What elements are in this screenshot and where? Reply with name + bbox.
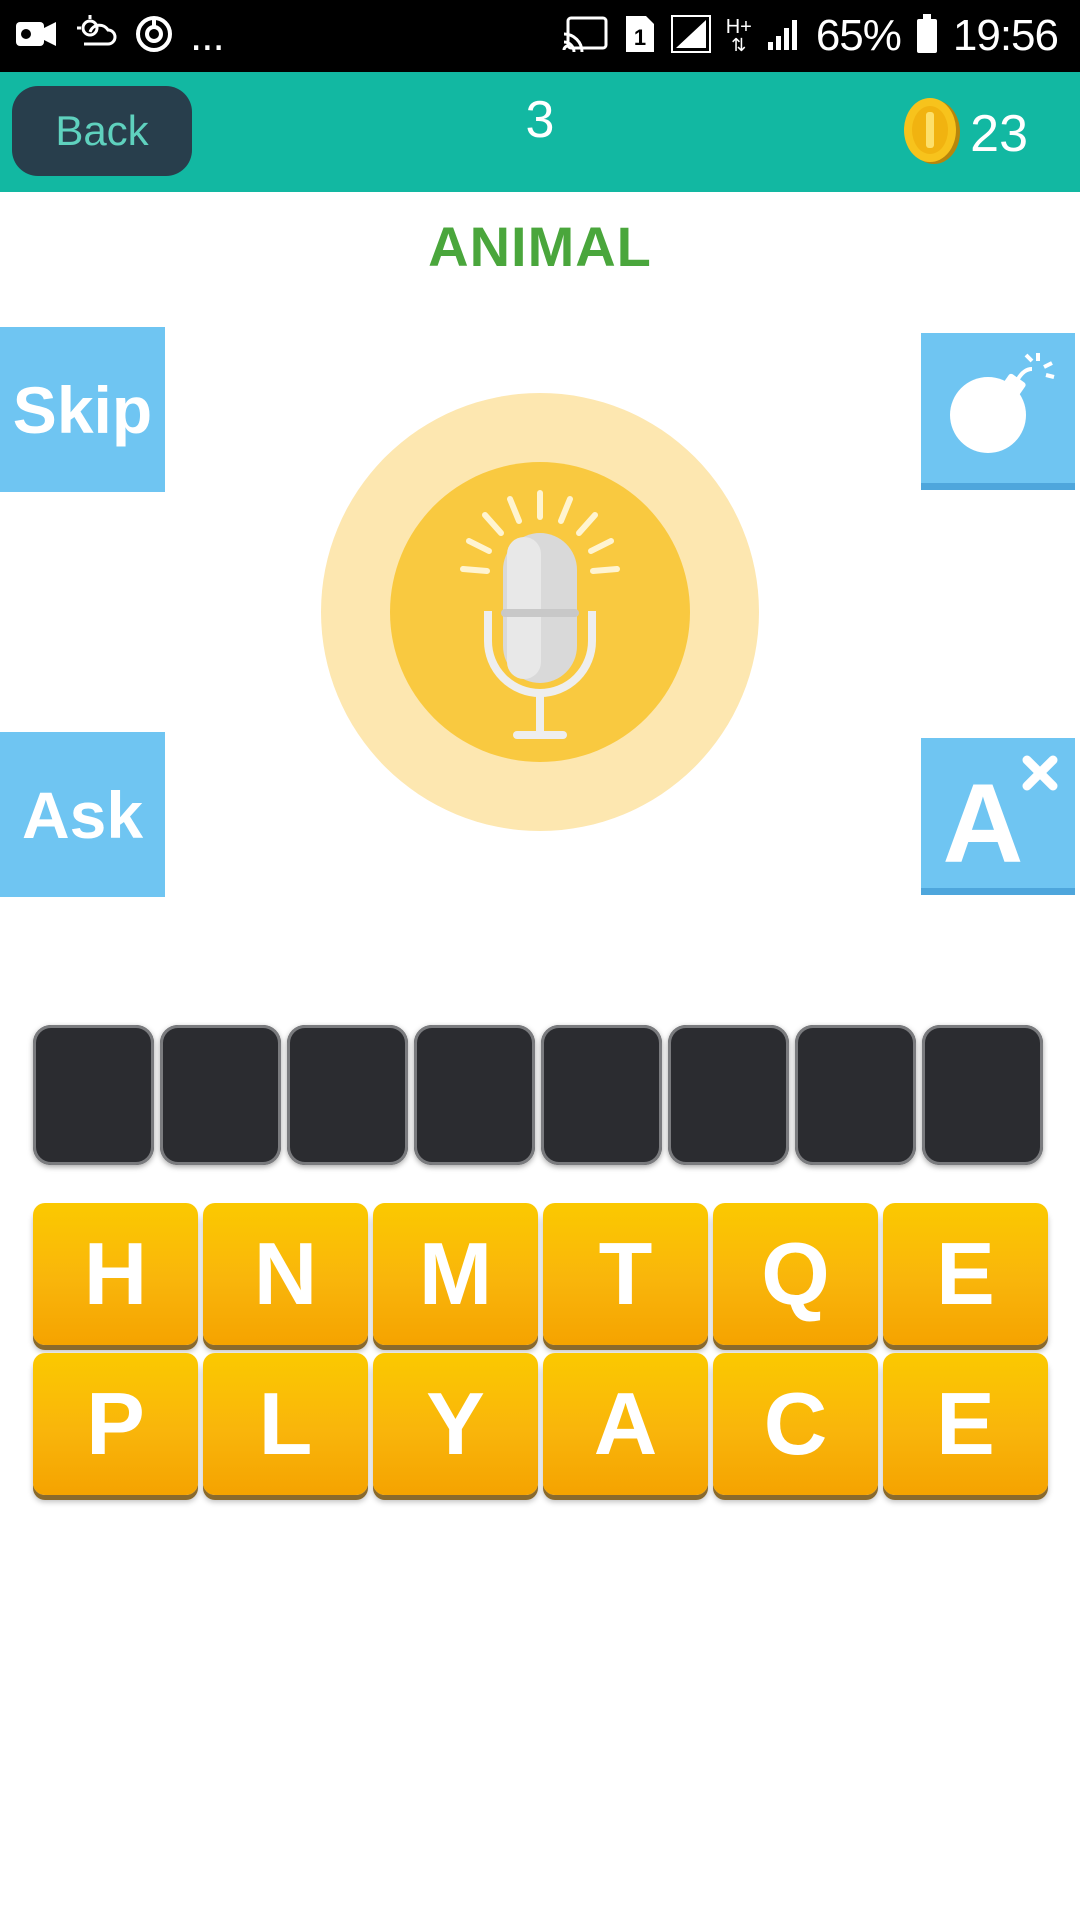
letter-tile[interactable]: N bbox=[203, 1203, 368, 1345]
answer-slot[interactable] bbox=[414, 1025, 535, 1165]
letter-tile[interactable]: P bbox=[33, 1353, 198, 1495]
cast-icon bbox=[562, 14, 610, 59]
coin-balance: 23 bbox=[902, 96, 1028, 171]
bomb-button[interactable] bbox=[921, 333, 1075, 490]
ask-button[interactable]: Ask bbox=[0, 732, 165, 897]
sim-slot-icon: 1 bbox=[624, 14, 656, 59]
answer-slot[interactable] bbox=[668, 1025, 789, 1165]
letter-tile[interactable]: C bbox=[713, 1353, 878, 1495]
game-header: Back 3 23 bbox=[0, 72, 1080, 192]
answer-slot[interactable] bbox=[287, 1025, 408, 1165]
sync-icon bbox=[134, 14, 174, 59]
letter-tiles: H N M T Q E P L Y A C E bbox=[33, 1203, 1049, 1495]
answer-slots bbox=[33, 1025, 1049, 1165]
clock: 19:56 bbox=[952, 11, 1059, 60]
sim-slot-number: 1 bbox=[634, 25, 646, 50]
more-notifications-text: ... bbox=[190, 11, 225, 60]
battery-icon bbox=[915, 13, 939, 60]
status-bar-notifications: ... bbox=[14, 11, 225, 60]
letter-tile[interactable]: A bbox=[543, 1353, 708, 1495]
letter-tile[interactable]: M bbox=[373, 1203, 538, 1345]
remove-letter-button[interactable]: A bbox=[921, 738, 1075, 895]
letter-tile[interactable]: E bbox=[883, 1353, 1048, 1495]
letter-tile[interactable]: Q bbox=[713, 1203, 878, 1345]
answer-slot[interactable] bbox=[795, 1025, 916, 1165]
cellular-signal-icon bbox=[766, 16, 802, 57]
letter-tile[interactable]: Y bbox=[373, 1353, 538, 1495]
play-sound-button[interactable] bbox=[321, 393, 759, 831]
battery-percent: 65% bbox=[815, 11, 902, 60]
bomb-icon bbox=[938, 351, 1058, 466]
answer-slot[interactable] bbox=[541, 1025, 662, 1165]
status-bar: ... 1 H+ ⇅ 65% 19:56 bbox=[0, 0, 1080, 72]
category-title: ANIMAL bbox=[428, 215, 652, 278]
coin-count: 23 bbox=[970, 104, 1028, 163]
status-bar-system: 1 H+ ⇅ 65% 19:56 bbox=[562, 10, 1059, 62]
network-type: H+ ⇅ bbox=[725, 16, 752, 55]
weather-icon bbox=[74, 14, 118, 59]
answer-slot[interactable] bbox=[922, 1025, 1043, 1165]
svg-text:A: A bbox=[943, 761, 1024, 876]
video-camera-icon bbox=[14, 16, 58, 57]
letter-tile[interactable]: H bbox=[33, 1203, 198, 1345]
answer-slot[interactable] bbox=[160, 1025, 281, 1165]
answer-slot[interactable] bbox=[33, 1025, 154, 1165]
letter-tile[interactable]: E bbox=[883, 1203, 1048, 1345]
remove-letter-icon: A bbox=[933, 746, 1063, 886]
signal-icon bbox=[670, 14, 712, 59]
coin-icon bbox=[902, 96, 962, 171]
letter-tile[interactable]: T bbox=[543, 1203, 708, 1345]
letter-tile[interactable]: L bbox=[203, 1353, 368, 1495]
skip-button[interactable]: Skip bbox=[0, 327, 165, 492]
